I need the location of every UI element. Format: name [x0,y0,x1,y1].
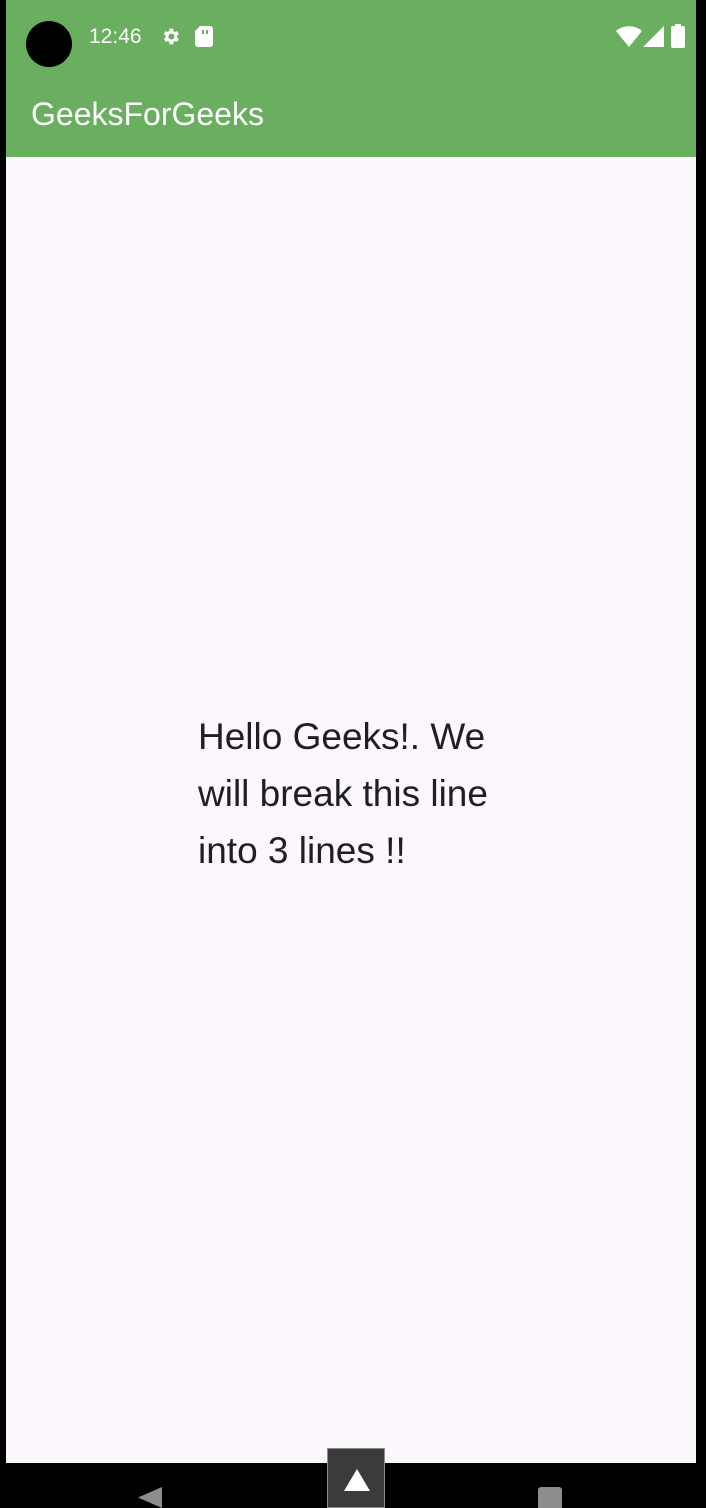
battery-icon [671,24,685,48]
recents-icon[interactable] [538,1487,562,1508]
status-bar: 12:46 [6,0,696,72]
main-content: Hello Geeks!. We will break this line in… [6,157,696,1463]
app-bar: GeeksForGeeks [6,72,696,157]
app-title: GeeksForGeeks [31,96,264,132]
back-icon[interactable] [138,1487,162,1508]
app-screen: 12:46 GeeksForGeeks Hello Geeks!. We wil… [6,0,696,1463]
status-time: 12:46 [89,25,142,48]
settings-icon [163,28,179,45]
camera-cutout [26,21,72,67]
signal-icon [643,26,664,47]
device-frame: 12:46 GeeksForGeeks Hello Geeks!. We wil… [0,0,706,1508]
expand-up-icon [344,1469,370,1491]
message-text: Hello Geeks!. We will break this line in… [198,716,488,871]
sd-card-icon [195,26,213,47]
wifi-icon [616,26,642,47]
floating-expand-button[interactable] [327,1448,385,1508]
